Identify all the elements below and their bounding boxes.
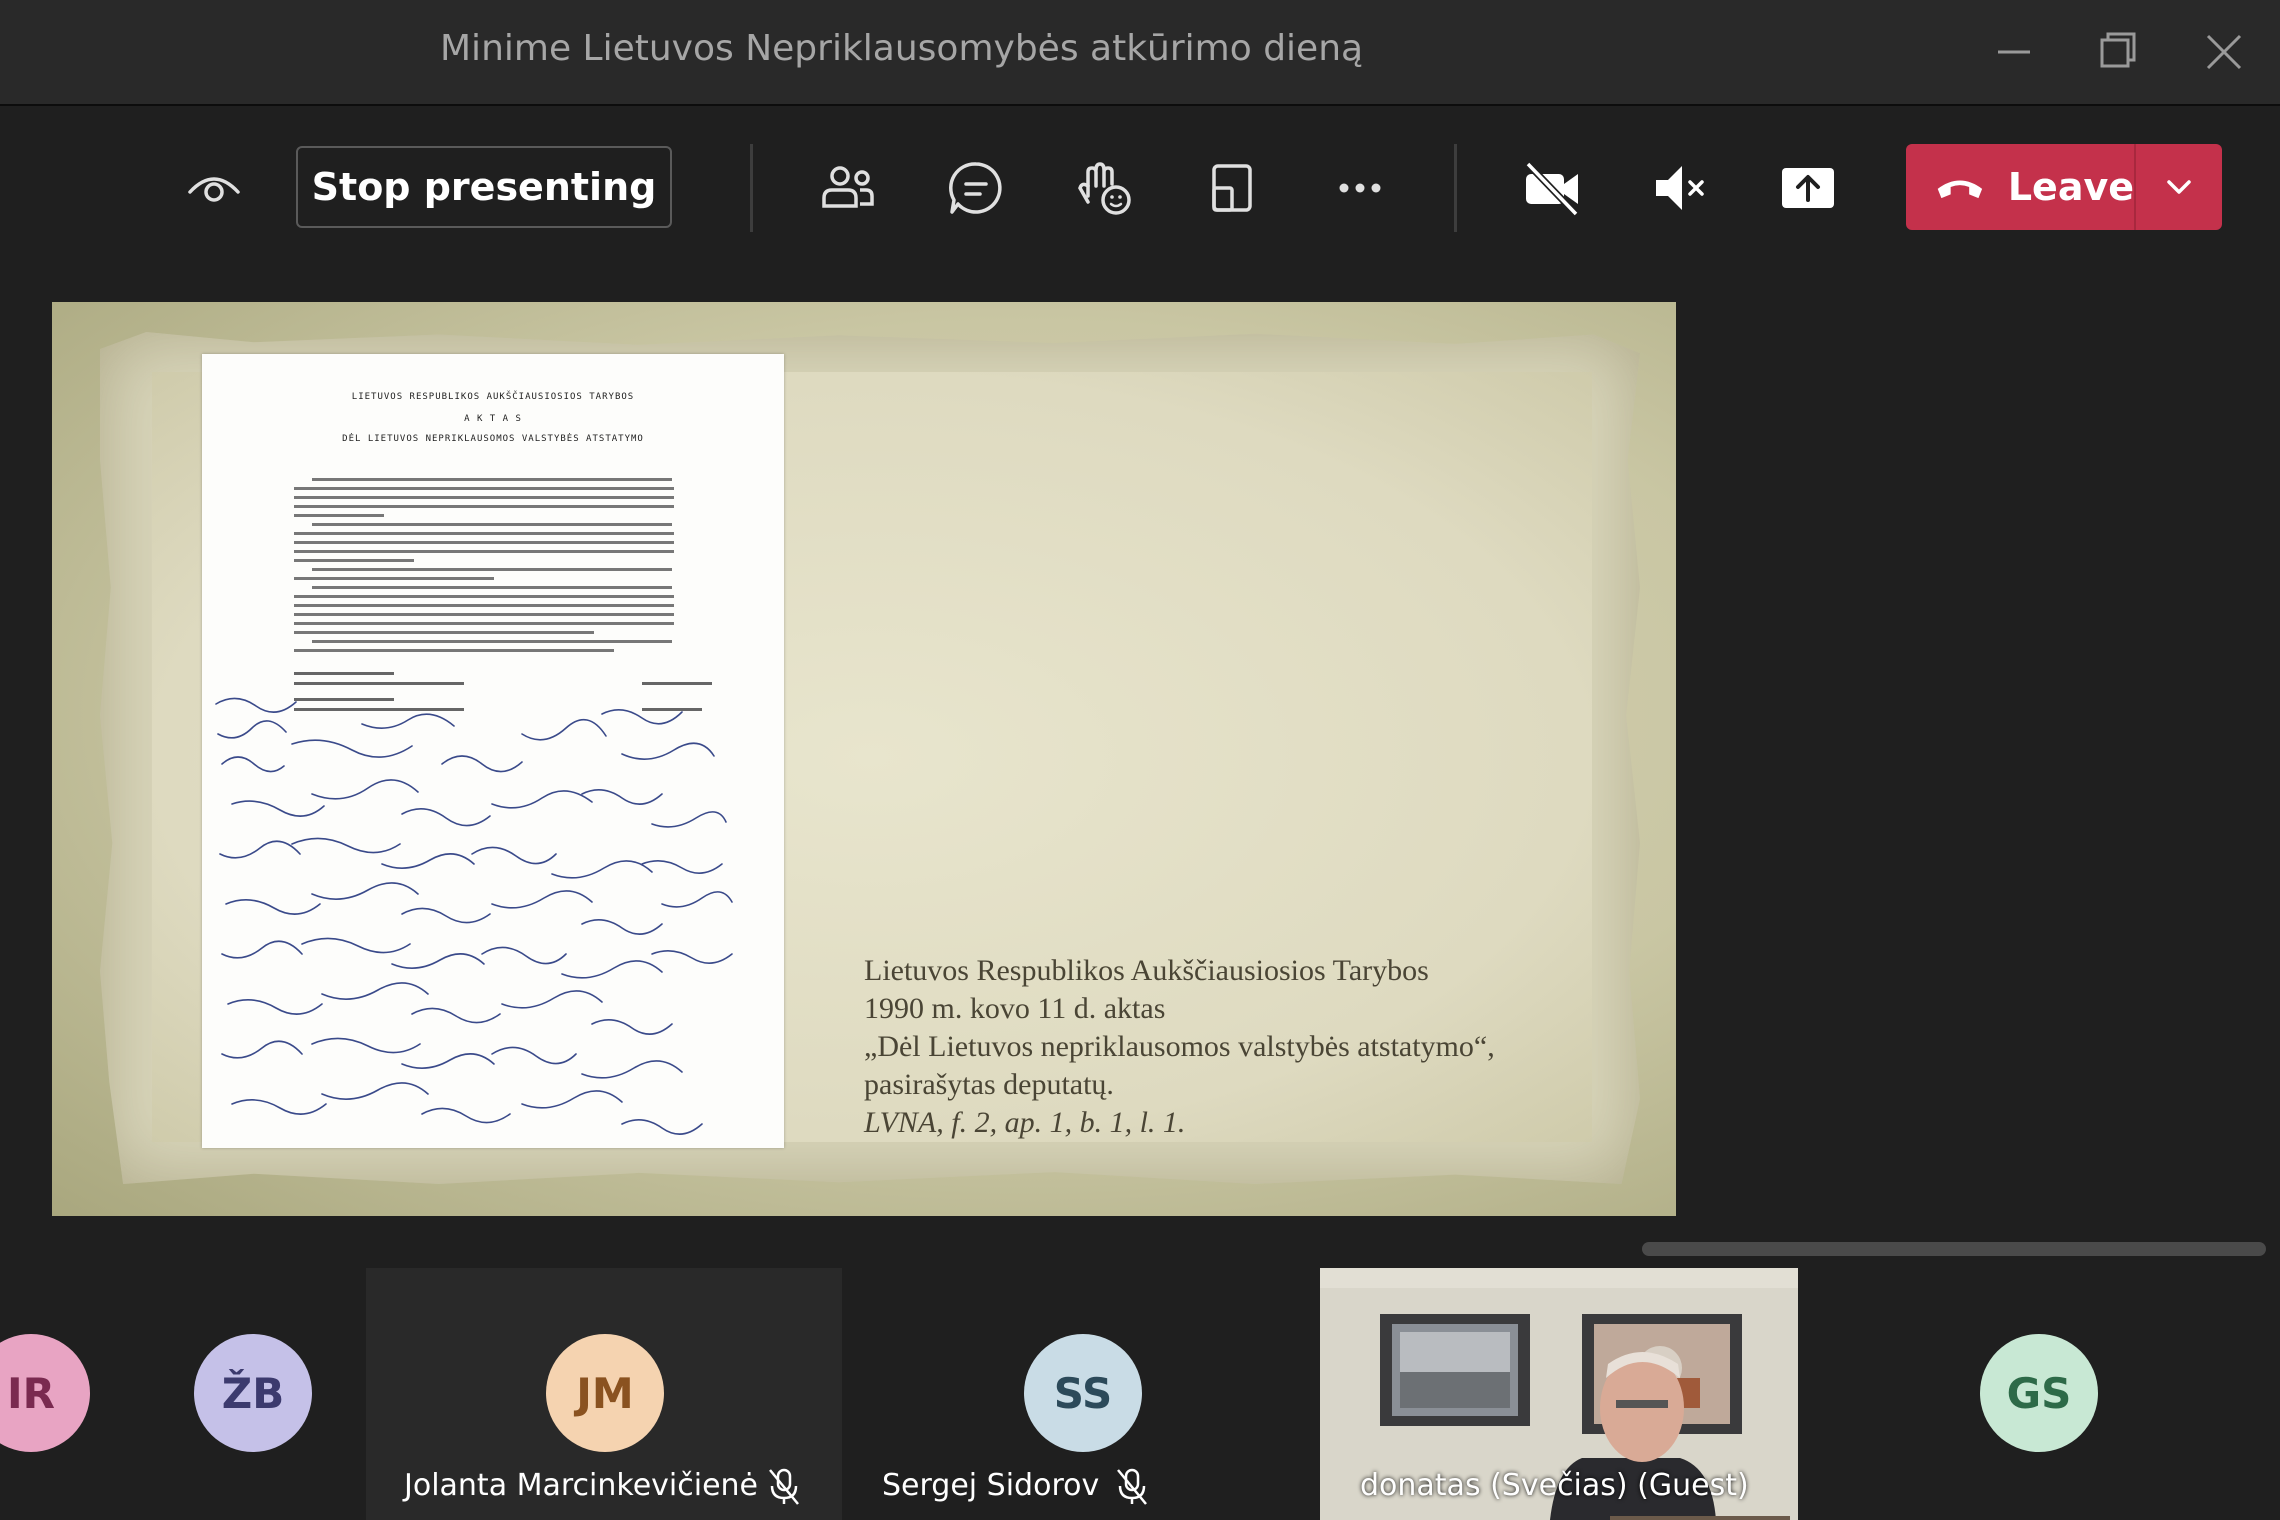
caption-line: Lietuvos Respublikos Aukščiausiosios Tar… [864,954,1429,987]
avatar: ŽB [194,1334,312,1452]
layout-icon [1212,164,1252,212]
participant-gallery: IR ŽB JM Jolanta Marcinkevičienė SS Serg… [0,1268,2280,1520]
mic-toggle-button[interactable] [1640,148,1720,228]
document-heading: LIETUVOS RESPUBLIKOS AUKŠČIAUSIOSIOS TAR… [351,392,635,402]
camera-toggle-button[interactable] [1512,148,1592,228]
chat-icon [949,162,1002,214]
document-text-block [294,478,674,652]
reactions-button[interactable] [1064,148,1144,228]
caption-line: pasirašytas deputatų. [864,1068,1114,1101]
mic-off-icon [766,1466,802,1506]
hang-up-icon [1937,180,1983,199]
gallery-scrollbar[interactable] [1642,1242,2266,1256]
close-icon [2206,34,2242,70]
camera-off-icon [1525,161,1579,217]
meeting-toolbar: Stop presenting Leave [0,106,2280,266]
avatar: SS [1024,1334,1142,1452]
signatures [215,672,733,1135]
view-button[interactable] [1192,148,1272,228]
toolbar-divider [1454,144,1457,232]
leave-options-button[interactable] [2136,169,2222,205]
shared-slide: LIETUVOS RESPUBLIKOS AUKŠČIAUSIOSIOS TAR… [52,302,1676,1216]
participant-tile[interactable]: IR ŽB [0,1268,364,1520]
restore-icon [2100,32,2136,68]
share-button[interactable] [1768,148,1848,228]
title-bar: Minime Lietuvos Nepriklausomybės atkūrim… [0,0,2280,106]
minimize-button[interactable] [1986,26,2042,78]
close-button[interactable] [2196,26,2252,78]
participant-tile[interactable]: SS Sergej Sidorov [844,1268,1318,1520]
participant-tile[interactable]: GS [1800,1268,2280,1520]
participant-video-tile[interactable]: donatas (Svečias) (Guest) [1320,1268,1798,1520]
eye-icon [188,177,240,202]
leave-main[interactable]: Leave [1906,144,2134,230]
share-icon [1782,168,1834,208]
people-icon [822,166,874,208]
speaker-muted-icon [1656,166,1704,210]
participant-name: donatas (Svečias) (Guest) [1360,1468,1749,1503]
leave-label: Leave [2007,165,2134,209]
minimize-icon [1998,50,2030,54]
participants-button[interactable] [808,148,888,228]
avatar: JM [546,1334,664,1452]
more-icon [1339,183,1381,193]
leave-button[interactable]: Leave [1906,144,2222,230]
maximize-button[interactable] [2090,26,2146,78]
chat-button[interactable] [936,148,1016,228]
raise-hand-icon [1078,162,1131,215]
scanned-document: LIETUVOS RESPUBLIKOS AUKŠČIAUSIOSIOS TAR… [202,354,784,1148]
caption-citation: LVNA, f. 2, ap. 1, b. 1, l. 1. [864,1106,1186,1139]
participant-name: Sergej Sidorov [882,1468,1100,1503]
toolbar-divider [750,144,753,232]
chevron-down-icon [2167,180,2191,194]
document-heading: DĖL LIETUVOS NEPRIKLAUSOMOS VALSTYBĖS AT… [342,434,644,444]
window-title: Minime Lietuvos Nepriklausomybės atkūrim… [440,28,1364,69]
stop-presenting-button[interactable]: Stop presenting [296,146,672,228]
mic-off-icon [1114,1466,1150,1506]
participant-name: Jolanta Marcinkevičienė [404,1468,759,1503]
caption-line: „Dėl Lietuvos nepriklausomos valstybės a… [864,1030,1495,1063]
caption-line: 1990 m. kovo 11 d. aktas [864,992,1166,1025]
document-heading: A K T A S [464,414,522,424]
avatar: IR [0,1334,90,1452]
more-actions-button[interactable] [1320,148,1400,228]
viewer-button[interactable] [174,148,254,228]
participant-tile[interactable]: JM Jolanta Marcinkevičienė [366,1268,842,1520]
avatar: GS [1980,1334,2098,1452]
slide-caption: Lietuvos Respublikos Aukščiausiosios Tar… [864,952,1495,1142]
